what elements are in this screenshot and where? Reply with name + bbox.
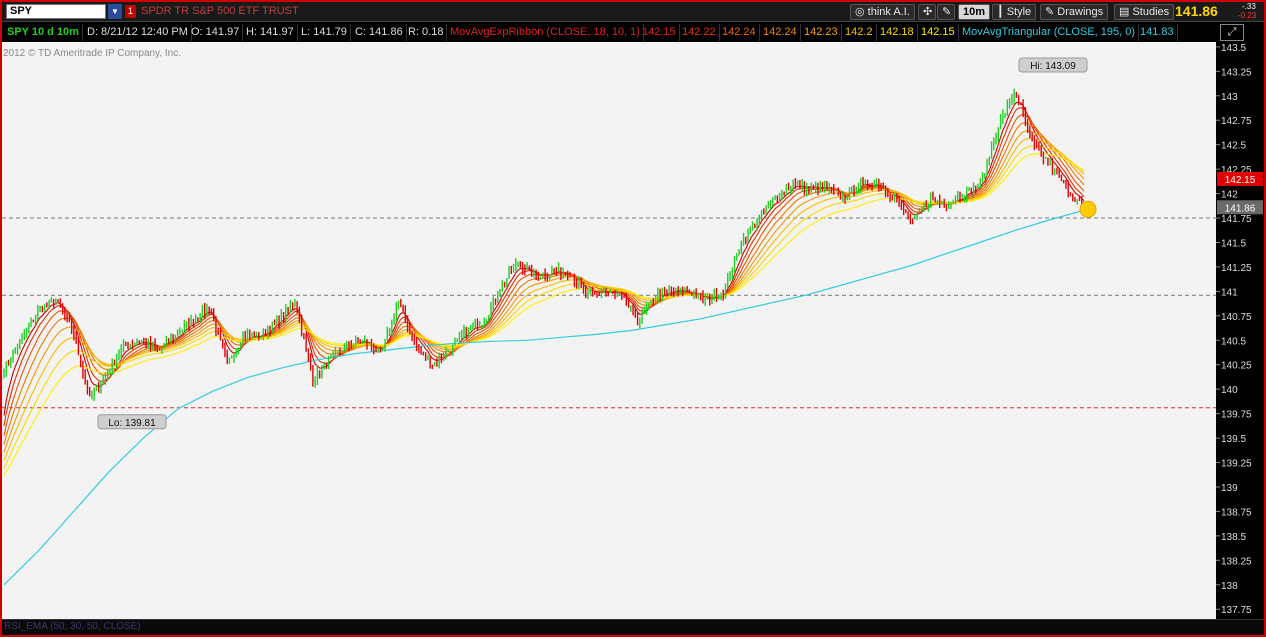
ribbon-value-1: 142.15 <box>639 24 680 41</box>
axis-tick-label: 141.5 <box>1221 238 1246 249</box>
triangular-value: 141.83 <box>1137 24 1178 41</box>
axis-tick-label: 140.25 <box>1221 361 1252 372</box>
close-label: C: 141.86 <box>352 24 407 41</box>
expand-icon: ⤢ <box>1227 26 1237 38</box>
current-price-marker <box>1079 200 1097 218</box>
axis-tick-label: 141.25 <box>1221 263 1252 274</box>
ribbon-value-2: 142.22 <box>679 24 720 41</box>
axis-tick-label: 138.75 <box>1221 507 1252 518</box>
crosshair-tool-button[interactable]: ✣ <box>918 4 936 20</box>
price-tag-label: 142.15 <box>1225 175 1256 186</box>
low-label: L: 141.79 <box>298 24 351 41</box>
axis-tick-label: 137.75 <box>1221 605 1252 616</box>
expand-chart-button[interactable]: ⤢ <box>1220 24 1244 41</box>
percent-change: -0.23 <box>1238 11 1257 20</box>
symbol-input[interactable]: SPY <box>6 4 106 19</box>
hi-label: Hi: 143.09 <box>1018 57 1088 73</box>
ribbon-study-label[interactable]: MovAvgExpRibbon (CLOSE, 18, 10, 1) <box>447 24 644 41</box>
wrench-icon: ✎ <box>942 6 952 18</box>
ribbon-value-4: 142.24 <box>760 24 801 41</box>
triangular-study-label[interactable]: MovAvgTriangular (CLOSE, 195, 0) <box>959 24 1140 41</box>
timeframe-button[interactable]: 10m <box>958 4 991 20</box>
axis-tick-label: 138 <box>1221 581 1238 592</box>
axis-tick-label: 138.25 <box>1221 556 1252 567</box>
lower-study-label: RSI_EMA (50, 30, 50, CLOSE) <box>4 621 141 632</box>
net-change: -.33 <box>1242 2 1256 11</box>
price-axis[interactable]: 143.5 143.25 143 142.75 142.5 142.25 142 141.75… <box>1216 42 1264 619</box>
target-icon: ◎ <box>855 6 865 18</box>
price-chart-svg[interactable]: Hi: 143.09 Lo: 139.81 <box>2 42 1216 619</box>
think-ai-label: think A.I. <box>867 6 910 18</box>
ribbon-value-5: 142.23 <box>801 24 842 41</box>
ribbon-value-7: 142.18 <box>877 24 918 41</box>
chart-plot-area[interactable]: Hi: 143.09 Lo: 139.81 <box>2 42 1216 619</box>
symbol-period-label: SPY 10 d 10m <box>4 24 83 41</box>
triangular-ma-line <box>3 209 1085 586</box>
price-tag-label: 141.86 <box>1225 203 1256 214</box>
axis-tick-label: 142 <box>1221 190 1238 201</box>
ribbon-line-5 <box>3 130 1085 453</box>
think-ai-button[interactable]: ◎ think A.I. <box>850 4 915 20</box>
axis-tick-label: 143.5 <box>1221 43 1246 54</box>
pencil-icon: ✎ <box>1045 6 1055 18</box>
symbol-description: SPDR TR S&P 500 ETF TRUST <box>141 5 299 17</box>
toolbar: SPY ▼ 1 SPDR TR S&P 500 ETF TRUST ◎ thin… <box>2 2 1264 22</box>
price-axis-svg[interactable]: 143.5143.25143142.75142.5142.25142141.75… <box>1216 42 1264 619</box>
open-label: O: 141.97 <box>188 24 244 41</box>
studies-button[interactable]: ▤ Studies <box>1114 4 1175 20</box>
axis-tick-label: 139.5 <box>1221 434 1246 445</box>
ribbon-line-4 <box>3 122 1085 445</box>
drawings-button[interactable]: ✎ Drawings <box>1040 4 1109 20</box>
axis-tick-label: 143.25 <box>1221 67 1252 78</box>
axis-tick-label: 139.25 <box>1221 459 1252 470</box>
crosshair-icon: ✣ <box>923 6 933 18</box>
axis-tick-label: 138.5 <box>1221 532 1246 543</box>
axis-tick-label: 139.75 <box>1221 410 1252 421</box>
study-info-bar: SPY 10 d 10m D: 8/21/12 12:40 PM O: 141.… <box>2 23 1264 42</box>
ribbon-line-1 <box>3 101 1085 416</box>
lower-study-strip[interactable]: RSI_EMA (50, 30, 50, CLOSE) <box>2 619 1264 635</box>
style-label: Style <box>1006 6 1032 18</box>
ribbon-line-2 <box>3 107 1085 426</box>
studies-icon: ▤ <box>1119 6 1130 18</box>
axis-tick-label: 140 <box>1221 385 1238 396</box>
drawings-label: Drawings <box>1057 6 1104 18</box>
style-button[interactable]: ┃ Style <box>992 4 1037 20</box>
studies-label: Studies <box>1132 6 1170 18</box>
hi-label-text: Hi: 143.09 <box>1030 61 1076 72</box>
axis-tick-label: 139 <box>1221 483 1238 494</box>
axis-tick-label: 141 <box>1221 287 1238 298</box>
copyright-notice: 2012 © TD Ameritrade IP Company, Inc. <box>3 48 182 59</box>
lo-label-text: Lo: 139.81 <box>108 418 156 429</box>
axis-tick-label: 141.75 <box>1221 214 1252 225</box>
ribbon-value-3: 142.24 <box>719 24 760 41</box>
range-label: R: 0.18 <box>405 24 448 41</box>
axis-tick-label: 140.5 <box>1221 336 1246 347</box>
ribbon-line-3 <box>3 114 1085 436</box>
axis-tick-label: 140.75 <box>1221 312 1252 323</box>
date-label: D: 8/21/12 12:40 PM <box>84 24 192 41</box>
ribbon-value-6: 142.2 <box>842 24 877 41</box>
candle-style-icon: ┃ <box>997 6 1004 18</box>
lo-label: Lo: 139.81 <box>97 414 167 430</box>
axis-tick-label: 142.5 <box>1221 141 1246 152</box>
axis-tick-label: 143 <box>1221 92 1238 103</box>
axis-tick-label: 142.75 <box>1221 116 1252 127</box>
settings-tool-button[interactable]: ✎ <box>937 4 955 20</box>
high-label: H: 141.97 <box>243 24 298 41</box>
ribbon-value-8: 142.15 <box>918 24 959 41</box>
link-group-badge[interactable]: 1 <box>125 5 136 18</box>
symbol-dropdown-icon[interactable]: ▼ <box>108 4 122 19</box>
last-price: 141.86 <box>1175 3 1218 19</box>
